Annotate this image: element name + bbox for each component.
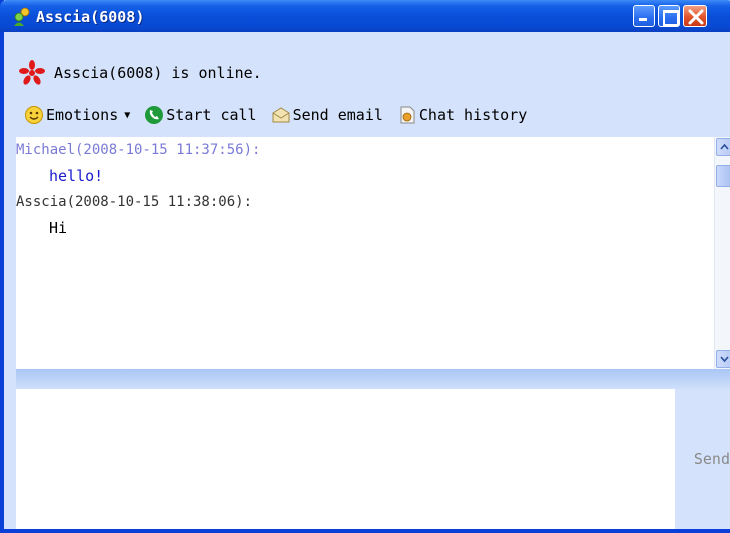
message-header: Asscia(2008-10-15 11:38:06): bbox=[16, 194, 253, 210]
message-input[interactable] bbox=[16, 389, 675, 529]
maximize-button[interactable] bbox=[658, 5, 680, 27]
chevron-down-icon: ▼ bbox=[124, 109, 131, 121]
send-email-label: Send email bbox=[292, 106, 383, 124]
chat-log[interactable]: Michael(2008-10-15 11:37:56): hello! Ass… bbox=[16, 137, 714, 369]
message-text: Hi bbox=[49, 219, 68, 237]
scroll-down-button[interactable] bbox=[716, 350, 730, 368]
close-icon bbox=[688, 9, 704, 25]
chevron-down-icon bbox=[720, 356, 729, 363]
title-bar[interactable]: Asscia(6008) bbox=[0, 0, 730, 32]
send-button[interactable]: Send bbox=[675, 389, 730, 529]
status-row: Asscia(6008) is online. bbox=[18, 60, 262, 86]
window-title: Asscia(6008) bbox=[36, 8, 145, 26]
chat-history-button[interactable]: Chat history bbox=[397, 105, 527, 125]
chat-window: Asscia(6008) Asscia(6008) is online. Emo… bbox=[0, 0, 730, 533]
message-header: Michael(2008-10-15 11:37:56): bbox=[16, 142, 261, 158]
toolbar: Emotions ▼ Start call Send email Chat hi… bbox=[24, 102, 541, 128]
chevron-up-icon bbox=[720, 143, 729, 150]
history-icon bbox=[400, 106, 415, 124]
start-call-button[interactable]: Start call bbox=[144, 105, 257, 125]
emotions-button[interactable]: Emotions ▼ bbox=[24, 105, 130, 125]
scroll-thumb[interactable] bbox=[716, 165, 730, 187]
message-text: hello! bbox=[49, 167, 104, 185]
phone-icon bbox=[145, 106, 164, 124]
send-email-button[interactable]: Send email bbox=[271, 105, 383, 125]
smiley-icon bbox=[25, 106, 43, 124]
chat-history-label: Chat history bbox=[418, 106, 528, 124]
scroll-up-button[interactable] bbox=[716, 138, 730, 156]
minimize-button[interactable] bbox=[633, 5, 655, 27]
contact-icon bbox=[14, 7, 30, 26]
emotions-label: Emotions bbox=[46, 106, 119, 124]
pane-splitter[interactable] bbox=[16, 369, 730, 389]
chat-log-scrollbar[interactable] bbox=[714, 137, 730, 369]
start-call-label: Start call bbox=[166, 106, 257, 124]
status-text: Asscia(6008) is online. bbox=[54, 64, 262, 82]
online-status-icon bbox=[19, 60, 45, 85]
envelope-icon bbox=[272, 107, 290, 123]
close-button[interactable] bbox=[683, 5, 707, 27]
